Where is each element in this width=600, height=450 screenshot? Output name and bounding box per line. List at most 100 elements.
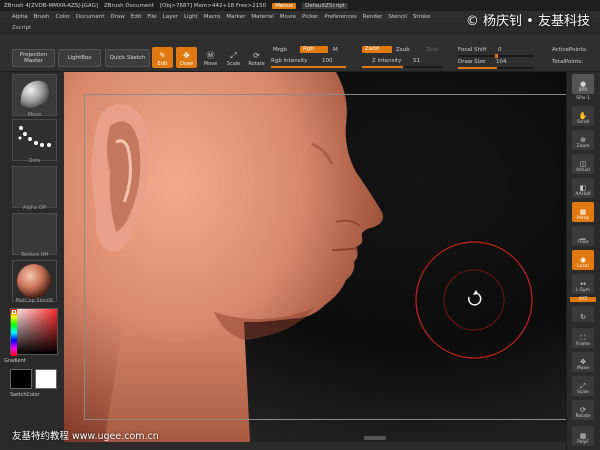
draw-label: Draw [179,61,194,67]
lightbox-label: LightBox [67,55,92,61]
move-button[interactable]: Ⓜ Move [200,47,221,68]
move-view-label: Move [576,366,590,371]
move-view-button[interactable]: ✥ Move [572,352,594,372]
rotate-label: Rotate [248,61,265,67]
edit-label: Edit [157,61,168,67]
menu-item-zscript[interactable]: Zscript [12,25,31,31]
menu-item-draw[interactable]: Draw [110,14,124,20]
bpr-button[interactable]: ● BPR [572,74,594,94]
secondary-color-swatch[interactable] [10,369,32,389]
menu-item-light[interactable]: Light [184,14,198,20]
edit-icon: ✎ [159,51,166,60]
stroke-thumbnail[interactable] [12,119,57,161]
move-brush-icon [20,80,49,108]
alpha-label: Alpha Off [22,205,47,211]
mrgb-button[interactable]: Mrgb [273,47,287,53]
polyf-button[interactable]: ▦ PolyF [572,426,594,446]
left-shelf: Move Dots Alpha Off Texture Off MatCap S… [0,72,62,450]
color-picker[interactable] [10,308,58,356]
menu-item-document[interactable]: Document [76,14,105,20]
rgb-intensity-fill [271,66,346,68]
menu-item-layer[interactable]: Layer [163,14,178,20]
lsym-icon: ↔ [580,280,586,288]
floor-icon: ▁ [580,232,586,240]
zcut-button[interactable]: Zcut [426,47,438,53]
lightbox-button[interactable]: LightBox [58,49,101,67]
brush-thumbnail[interactable] [12,74,57,116]
aahalf-button[interactable]: ◧ AAHalf [572,178,594,198]
focal-shift-value: 0 [498,47,502,53]
texture-thumbnail[interactable] [12,213,57,255]
color-picker-marker[interactable] [12,310,16,314]
scroll-button[interactable]: ✋ Scroll [572,106,594,126]
xyz-button[interactable]: XYZ [570,297,596,302]
z-intensity-slider[interactable] [362,66,442,68]
edit-button[interactable]: ✎ Edit [152,47,173,68]
menu-item-brush[interactable]: Brush [34,14,50,20]
polyf-icon: ▦ [579,432,587,440]
default-zscript-button[interactable]: DefaultZScript [302,2,348,9]
bpr-label: BPR [578,88,588,93]
zoom-button[interactable]: ⊕ Zoom [572,130,594,150]
hue-strip[interactable] [11,309,17,356]
stroke-label: Dots [28,158,41,164]
menu-item-marker[interactable]: Marker [226,14,245,20]
actual-button[interactable]: ◫ Actual [572,154,594,174]
menu-item-stroke[interactable]: Stroke [413,14,431,20]
menus-button[interactable]: Menus [272,2,297,9]
floor-button[interactable]: ▁ Floor [572,226,594,246]
switch-color-button[interactable]: SwitchColor [10,392,55,398]
menu-item-color[interactable]: Color [56,14,70,20]
document-canvas[interactable] [64,72,569,442]
rotate-button[interactable]: ⟳ Rotate [246,47,267,68]
focal-shift-knob[interactable] [494,54,498,58]
rotate-view-button[interactable]: ⟳ Rotate [572,400,594,420]
menu-item-movie[interactable]: Movie [280,14,296,20]
focal-shift-label: Focal Shift [458,47,487,53]
scale-view-label: Scale [576,390,590,395]
local-button[interactable]: ◉ Local [572,250,594,270]
draw-size-slider[interactable] [458,67,533,69]
persp-button[interactable]: ▦ Persp [572,202,594,222]
scale-button[interactable]: ⤢ Scale [223,47,244,68]
lsym-button[interactable]: ↔ L.Sym [572,274,594,294]
rotate-view-label: Rotate [575,414,591,419]
menu-item-macro[interactable]: Macro [204,14,221,20]
brush-label: Move [27,112,42,118]
rgb-button[interactable]: Rgb [300,46,328,53]
menu-item-picker[interactable]: Picker [302,14,318,20]
menu-item-render[interactable]: Render [363,14,383,20]
menu-item-material[interactable]: Material [251,14,273,20]
canvas-bottom-handle[interactable] [364,436,386,440]
zsub-button[interactable]: Zsub [396,47,410,53]
frame-button[interactable]: ⛶ Frame [572,328,594,348]
local-label: Local [577,264,589,269]
projection-master-button[interactable]: Projection Master [12,49,55,67]
frame-icon: ⛶ [580,334,586,342]
scale-label: Scale [226,61,241,67]
rgb-intensity-slider[interactable] [271,66,346,68]
move-icon: Ⓜ [206,51,215,60]
gradient-label[interactable]: Gradient [4,358,49,364]
quick-sketch-button[interactable]: Quick Sketch [105,49,150,67]
material-label: MatCap Skin06 [15,298,54,304]
menu-item-file[interactable]: File [147,14,156,20]
menu-item-stencil[interactable]: Stencil [388,14,407,20]
zadd-button[interactable]: Zadd [362,46,392,53]
scale-view-button[interactable]: ⤢ Scale [572,376,594,396]
draw-button[interactable]: ✥ Draw [176,47,197,68]
matcap-sphere-icon [17,264,51,298]
menu-item-edit[interactable]: Edit [131,14,142,20]
menu-item-preferences[interactable]: Preferences [324,14,356,20]
material-thumbnail[interactable] [12,260,57,302]
menu-item-alpha[interactable]: Alpha [12,14,28,20]
z-intensity-value: 51 [413,58,420,64]
m-button[interactable]: M [333,47,338,53]
focal-shift-slider[interactable] [458,54,533,58]
rotate-mode-button[interactable]: ↻ [572,306,594,322]
scale-icon: ⤢ [230,51,237,60]
spix-label: SPix [576,96,586,101]
alpha-thumbnail[interactable] [12,166,57,208]
spix-control[interactable]: SPix 1 [570,96,596,101]
main-color-swatch[interactable] [35,369,57,389]
